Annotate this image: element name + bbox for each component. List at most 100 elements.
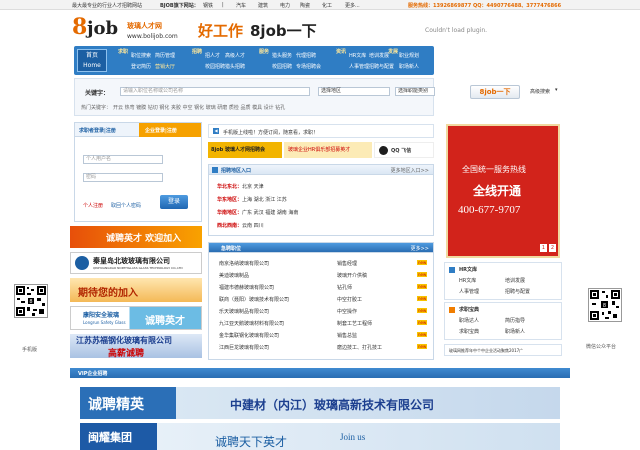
network-link-ceramic[interactable]: 陶瓷 [300, 2, 310, 9]
region-title: 招聘地区入口 [221, 168, 252, 174]
nav-item[interactable]: 职位搜索 [131, 52, 151, 59]
guide-link[interactable]: 职场新人 [505, 328, 525, 335]
nav-item[interactable]: 培训发展 [369, 52, 389, 59]
ad-banner-sufu[interactable]: 江苏苏福钢化玻璃有限公司 高薪诚聘 [70, 334, 202, 358]
qr-wechat-caption: 微信公众平台 [586, 344, 617, 350]
login-button[interactable]: 登录 [160, 195, 188, 209]
nav-item[interactable]: 营销大厅 [155, 63, 175, 70]
more-regions-link[interactable]: 更多地区入口>> [391, 167, 429, 174]
nav-item[interactable]: 人事管理 [349, 63, 369, 70]
ad-banner-recruit[interactable]: 诚聘英才 欢迎加入 [70, 226, 202, 248]
region-row: 华北东北：北京 天津 [217, 184, 264, 190]
ad-banner-longrun[interactable]: 康阳安全玻璃 Longrun Safety Glass 诚聘英才 [70, 306, 202, 330]
hotline-ad[interactable]: 全国统一服务热线 全线开通 400-677-9707 1 2 [446, 124, 560, 258]
nav-item[interactable]: 校园招聘 [205, 63, 225, 70]
job-company[interactable]: 美迪玻璃制品 [219, 272, 249, 279]
network-link-steel[interactable]: 钢铁 [203, 2, 213, 9]
promo-qq[interactable]: QQ 飞信 [374, 142, 434, 158]
password-input[interactable]: 密码 [83, 173, 163, 182]
new-badge: new [417, 308, 428, 313]
guide-link[interactable]: 简历指导 [505, 317, 525, 324]
vip-ad-minyao[interactable]: 闽耀集团 诚聘天下英才 Join us [80, 423, 560, 450]
job-company[interactable]: 福建市德赫玻璃有限公司 [219, 284, 274, 291]
nav-item[interactable]: 专场招聘会 [296, 63, 321, 70]
network-link-chem[interactable]: 化工 [322, 2, 332, 9]
hr-link[interactable]: 培训发展 [505, 277, 525, 284]
nav-item[interactable]: HR文库 [349, 52, 366, 59]
hr-link[interactable]: 招聘与配置 [505, 288, 530, 295]
hr-link[interactable]: 人事管理 [459, 288, 479, 295]
vip-ad-jiancai[interactable]: 诚聘精英 中建材（内江）玻璃高新技术有限公司 [80, 387, 560, 419]
plugin-message: Couldn't load plugin. [425, 27, 488, 34]
hr-link[interactable]: HR文库 [459, 277, 476, 284]
job-position[interactable]: 玻璃开介供稿 [337, 272, 367, 279]
username-input[interactable]: 个人用户名 [83, 155, 163, 164]
tab-seeker-login[interactable]: 求职者登录|注册 [75, 123, 139, 137]
nav-item[interactable]: 校园招聘 [272, 63, 292, 70]
network-label: BJOB旗下网站： [160, 3, 199, 9]
nav-item[interactable]: 猎头招聘 [225, 63, 245, 70]
job-company[interactable]: 联商（聂阳）玻璃技术有限公司 [219, 296, 289, 303]
network-link-more[interactable]: 更多... [345, 2, 360, 9]
network-link-auto[interactable]: 汽车 [236, 2, 246, 9]
promo-strip: 8job 玻璃人才网招聘会 玻璃企业HR俱乐部招募英才 QQ 飞信 [208, 142, 434, 158]
job-position[interactable]: 磨边技工、打孔技工 [337, 344, 382, 351]
network-link-power[interactable]: 电力 [280, 2, 290, 9]
header: 8 job 玻璃人才网 www.bolijob.com 好工作 8job一下 C… [70, 12, 570, 45]
guide-link[interactable]: 求职宝典 [459, 328, 479, 335]
hot-keywords-label: 热门关键字： [81, 105, 112, 111]
register-link[interactable]: 个人注册 [83, 202, 103, 209]
job-position[interactable]: 中空打胶工 [337, 296, 362, 303]
book-icon [449, 267, 455, 273]
nav-item[interactable]: 职场新人 [399, 63, 419, 70]
nav-item[interactable]: 职业规划 [399, 52, 419, 59]
ad-page-1[interactable]: 1 [540, 244, 547, 252]
ad-banner-northglass[interactable]: 秦皇岛北玻玻璃有限公司 QINHUANGDAO NORTHGLASS GLASS… [70, 252, 202, 274]
promo-hr-club[interactable]: 玻璃企业HR俱乐部招募英才 [284, 142, 372, 158]
nav-home[interactable]: 首页 Home [77, 49, 107, 72]
nav-group-title: 发展 [388, 49, 399, 55]
network-link-build[interactable]: 建筑 [258, 2, 268, 9]
job-company[interactable]: 九江亚天鹅玻璃材料有限公司 [219, 320, 284, 327]
job-position[interactable]: 中空操作 [337, 308, 357, 315]
advanced-search-link[interactable]: 高级搜索 [530, 88, 550, 95]
nav-item[interactable]: 猎头服务 [272, 52, 292, 59]
job-company[interactable]: 乐天玻璃制品有限公司 [219, 308, 269, 315]
site-logo[interactable]: 8 job 玻璃人才网 www.bolijob.com [70, 12, 180, 45]
job-company[interactable]: 江西巨龙玻璃有限公司 [219, 344, 269, 351]
job-position[interactable]: 销售经理 [337, 260, 357, 267]
search-button[interactable]: 8job一下 [470, 85, 520, 99]
megaphone-icon: ◀ [213, 128, 219, 134]
job-position[interactable]: 钻孔师 [337, 284, 352, 291]
news-ticker[interactable]: 玻璃网推荐年中个中企业活动聚焦2017广 [444, 344, 562, 356]
job-position[interactable]: 制套工艺工程师 [337, 320, 372, 327]
hot-keywords[interactable]: 开云 热弯 镀膜 钻切 钢化 夹胶 中空 钢化 玻璃 研磨 质检 品质 模具 设… [113, 104, 285, 111]
job-company[interactable]: 南京洛纳玻璃有限公司 [219, 260, 269, 267]
vip-section-header: VIP企业招聘 [70, 368, 570, 378]
nav-item[interactable]: 登记简历 [131, 63, 151, 70]
keyword-input[interactable]: 请输入职位名称或公司名称 [120, 87, 310, 96]
region-select[interactable]: 选择地区 [318, 87, 390, 96]
job-position[interactable]: 销售总监 [337, 332, 357, 339]
tab-company-login[interactable]: 企业登录|注册 [139, 123, 201, 137]
job-company[interactable]: 金华集联钢化玻璃有限公司 [219, 332, 279, 339]
more-jobs-link[interactable]: 更多>> [411, 245, 429, 252]
ad-page-2[interactable]: 2 [549, 244, 556, 252]
nav-item[interactable]: 高级人才 [225, 52, 245, 59]
slogan-8job: 8job一下 [250, 22, 317, 40]
nav-item[interactable]: 代理招聘 [296, 52, 316, 59]
ad-banner-join[interactable]: 期待您的加入 [70, 278, 202, 302]
main-nav: 首页 Home 求职 职位搜索 简历管理 登记简历 营销大厅 招聘 招人才 高级… [74, 46, 434, 75]
hr-library-box: HR文库 HR文库 培训发展 人事管理 招聘与配置 [444, 262, 562, 300]
promo-job-fair[interactable]: 8job 玻璃人才网招聘会 [208, 142, 282, 158]
qr-code-icon: 8 [590, 290, 620, 320]
notice-text[interactable]: 手机版上线啦！方便订阅，随意看，求职！ [223, 129, 318, 136]
forgot-password-link[interactable]: 取回个人密码 [111, 202, 141, 209]
nav-item[interactable]: 招人才 [205, 52, 220, 59]
qr-mobile-caption: 手机版 [22, 347, 38, 353]
region-row: 华南地区：广东 武汉 福建 湖南 海南 [217, 210, 299, 216]
category-select[interactable]: 选择职能类别 [395, 87, 435, 96]
guide-link[interactable]: 职场达人 [459, 317, 479, 324]
guide-icon [449, 307, 455, 313]
nav-item[interactable]: 简历管理 [155, 52, 175, 59]
